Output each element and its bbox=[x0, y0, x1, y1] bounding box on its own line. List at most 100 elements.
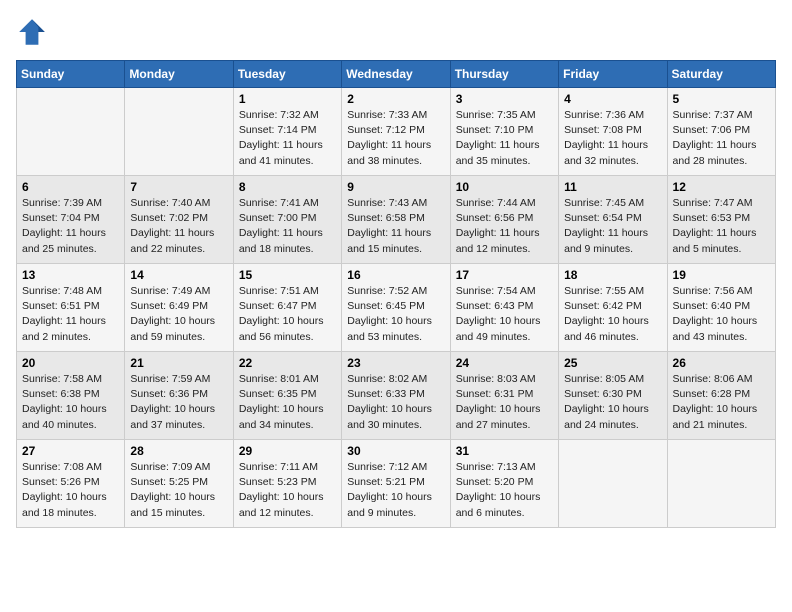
day-number: 5 bbox=[673, 92, 770, 106]
logo-icon bbox=[16, 16, 48, 48]
day-info: Sunrise: 7:55 AM Sunset: 6:42 PM Dayligh… bbox=[564, 284, 661, 345]
calendar-cell: 26 Sunrise: 8:06 AM Sunset: 6:28 PM Dayli… bbox=[667, 352, 775, 440]
day-info: Sunrise: 7:40 AM Sunset: 7:02 PM Dayligh… bbox=[130, 196, 227, 257]
day-number: 3 bbox=[456, 92, 553, 106]
day-number: 1 bbox=[239, 92, 336, 106]
calendar-cell: 1Sunrise: 7:32 AM Sunset: 7:14 PM Daylig… bbox=[233, 88, 341, 176]
day-info: Sunrise: 7:39 AM Sunset: 7:04 PM Dayligh… bbox=[22, 196, 119, 257]
day-info: Sunrise: 7:45 AM Sunset: 6:54 PM Dayligh… bbox=[564, 196, 661, 257]
day-number: 14 bbox=[130, 268, 227, 282]
day-header-friday: Friday bbox=[559, 61, 667, 88]
week-row-2: 6 Sunrise: 7:39 AM Sunset: 7:04 PM Daylig… bbox=[17, 176, 776, 264]
calendar-cell: 22 Sunrise: 8:01 AM Sunset: 6:35 PM Dayli… bbox=[233, 352, 341, 440]
day-number: 7 bbox=[130, 180, 227, 194]
day-info: Sunrise: 8:02 AM Sunset: 6:33 PM Dayligh… bbox=[347, 372, 444, 433]
calendar-cell: 27 Sunrise: 7:08 AM Sunset: 5:26 PM Dayli… bbox=[17, 440, 125, 528]
calendar-cell: 20 Sunrise: 7:58 AM Sunset: 6:38 PM Dayli… bbox=[17, 352, 125, 440]
day-header-saturday: Saturday bbox=[667, 61, 775, 88]
day-number: 20 bbox=[22, 356, 119, 370]
day-info: Sunrise: 7:41 AM Sunset: 7:00 PM Dayligh… bbox=[239, 196, 336, 257]
day-info: Sunrise: 7:08 AM Sunset: 5:26 PM Dayligh… bbox=[22, 460, 119, 521]
week-row-1: 1Sunrise: 7:32 AM Sunset: 7:14 PM Daylig… bbox=[17, 88, 776, 176]
day-number: 31 bbox=[456, 444, 553, 458]
day-info: Sunrise: 7:52 AM Sunset: 6:45 PM Dayligh… bbox=[347, 284, 444, 345]
calendar-cell: 13 Sunrise: 7:48 AM Sunset: 6:51 PM Dayli… bbox=[17, 264, 125, 352]
day-number: 23 bbox=[347, 356, 444, 370]
calendar-cell: 6 Sunrise: 7:39 AM Sunset: 7:04 PM Daylig… bbox=[17, 176, 125, 264]
day-number: 9 bbox=[347, 180, 444, 194]
calendar-cell: 29 Sunrise: 7:11 AM Sunset: 5:23 PM Dayli… bbox=[233, 440, 341, 528]
day-number: 15 bbox=[239, 268, 336, 282]
day-info: Sunrise: 7:37 AM Sunset: 7:06 PM Dayligh… bbox=[673, 108, 770, 169]
calendar-cell: 5 Sunrise: 7:37 AM Sunset: 7:06 PM Daylig… bbox=[667, 88, 775, 176]
calendar-cell bbox=[17, 88, 125, 176]
day-number: 25 bbox=[564, 356, 661, 370]
calendar-cell: 18 Sunrise: 7:55 AM Sunset: 6:42 PM Dayli… bbox=[559, 264, 667, 352]
day-number: 21 bbox=[130, 356, 227, 370]
calendar-cell: 16Sunrise: 7:52 AM Sunset: 6:45 PM Dayli… bbox=[342, 264, 450, 352]
calendar-cell: 14 Sunrise: 7:49 AM Sunset: 6:49 PM Dayli… bbox=[125, 264, 233, 352]
calendar-cell: 9Sunrise: 7:43 AM Sunset: 6:58 PM Daylig… bbox=[342, 176, 450, 264]
day-number: 11 bbox=[564, 180, 661, 194]
day-number: 22 bbox=[239, 356, 336, 370]
day-info: Sunrise: 8:06 AM Sunset: 6:28 PM Dayligh… bbox=[673, 372, 770, 433]
day-number: 29 bbox=[239, 444, 336, 458]
day-info: Sunrise: 7:48 AM Sunset: 6:51 PM Dayligh… bbox=[22, 284, 119, 345]
day-info: Sunrise: 7:58 AM Sunset: 6:38 PM Dayligh… bbox=[22, 372, 119, 433]
calendar-cell: 11 Sunrise: 7:45 AM Sunset: 6:54 PM Dayli… bbox=[559, 176, 667, 264]
week-row-4: 20 Sunrise: 7:58 AM Sunset: 6:38 PM Dayli… bbox=[17, 352, 776, 440]
day-number: 2 bbox=[347, 92, 444, 106]
day-number: 18 bbox=[564, 268, 661, 282]
day-number: 13 bbox=[22, 268, 119, 282]
day-info: Sunrise: 7:13 AM Sunset: 5:20 PM Dayligh… bbox=[456, 460, 553, 521]
day-header-sunday: Sunday bbox=[17, 61, 125, 88]
day-info: Sunrise: 7:51 AM Sunset: 6:47 PM Dayligh… bbox=[239, 284, 336, 345]
day-info: Sunrise: 7:44 AM Sunset: 6:56 PM Dayligh… bbox=[456, 196, 553, 257]
calendar-cell: 24 Sunrise: 8:03 AM Sunset: 6:31 PM Dayli… bbox=[450, 352, 558, 440]
day-info: Sunrise: 8:05 AM Sunset: 6:30 PM Dayligh… bbox=[564, 372, 661, 433]
calendar-cell: 30 Sunrise: 7:12 AM Sunset: 5:21 PM Dayli… bbox=[342, 440, 450, 528]
day-info: Sunrise: 7:54 AM Sunset: 6:43 PM Dayligh… bbox=[456, 284, 553, 345]
week-row-5: 27 Sunrise: 7:08 AM Sunset: 5:26 PM Dayli… bbox=[17, 440, 776, 528]
day-info: Sunrise: 7:35 AM Sunset: 7:10 PM Dayligh… bbox=[456, 108, 553, 169]
day-info: Sunrise: 8:01 AM Sunset: 6:35 PM Dayligh… bbox=[239, 372, 336, 433]
calendar-cell bbox=[559, 440, 667, 528]
calendar-cell: 2 Sunrise: 7:33 AM Sunset: 7:12 PM Daylig… bbox=[342, 88, 450, 176]
calendar-cell bbox=[125, 88, 233, 176]
day-number: 19 bbox=[673, 268, 770, 282]
calendar-cell: 25 Sunrise: 8:05 AM Sunset: 6:30 PM Dayli… bbox=[559, 352, 667, 440]
calendar-cell: 23 Sunrise: 8:02 AM Sunset: 6:33 PM Dayli… bbox=[342, 352, 450, 440]
calendar-cell: 10Sunrise: 7:44 AM Sunset: 6:56 PM Dayli… bbox=[450, 176, 558, 264]
page-header bbox=[16, 16, 776, 48]
calendar-cell: 12Sunrise: 7:47 AM Sunset: 6:53 PM Dayli… bbox=[667, 176, 775, 264]
day-number: 12 bbox=[673, 180, 770, 194]
day-header-wednesday: Wednesday bbox=[342, 61, 450, 88]
day-header-monday: Monday bbox=[125, 61, 233, 88]
day-info: Sunrise: 7:33 AM Sunset: 7:12 PM Dayligh… bbox=[347, 108, 444, 169]
day-header-thursday: Thursday bbox=[450, 61, 558, 88]
day-info: Sunrise: 7:12 AM Sunset: 5:21 PM Dayligh… bbox=[347, 460, 444, 521]
day-info: Sunrise: 7:36 AM Sunset: 7:08 PM Dayligh… bbox=[564, 108, 661, 169]
week-row-3: 13 Sunrise: 7:48 AM Sunset: 6:51 PM Dayli… bbox=[17, 264, 776, 352]
calendar-cell: 17Sunrise: 7:54 AM Sunset: 6:43 PM Dayli… bbox=[450, 264, 558, 352]
calendar-cell: 28Sunrise: 7:09 AM Sunset: 5:25 PM Dayli… bbox=[125, 440, 233, 528]
calendar-cell: 3 Sunrise: 7:35 AM Sunset: 7:10 PM Daylig… bbox=[450, 88, 558, 176]
calendar-cell: 19Sunrise: 7:56 AM Sunset: 6:40 PM Dayli… bbox=[667, 264, 775, 352]
logo bbox=[16, 16, 52, 48]
day-number: 8 bbox=[239, 180, 336, 194]
day-info: Sunrise: 7:49 AM Sunset: 6:49 PM Dayligh… bbox=[130, 284, 227, 345]
calendar-cell: 31 Sunrise: 7:13 AM Sunset: 5:20 PM Dayli… bbox=[450, 440, 558, 528]
day-number: 4 bbox=[564, 92, 661, 106]
calendar-table: SundayMondayTuesdayWednesdayThursdayFrid… bbox=[16, 60, 776, 528]
day-number: 27 bbox=[22, 444, 119, 458]
calendar-cell bbox=[667, 440, 775, 528]
day-number: 6 bbox=[22, 180, 119, 194]
day-number: 30 bbox=[347, 444, 444, 458]
calendar-cell: 15 Sunrise: 7:51 AM Sunset: 6:47 PM Dayli… bbox=[233, 264, 341, 352]
day-number: 24 bbox=[456, 356, 553, 370]
day-info: Sunrise: 8:03 AM Sunset: 6:31 PM Dayligh… bbox=[456, 372, 553, 433]
day-number: 26 bbox=[673, 356, 770, 370]
day-info: Sunrise: 7:59 AM Sunset: 6:36 PM Dayligh… bbox=[130, 372, 227, 433]
day-info: Sunrise: 7:11 AM Sunset: 5:23 PM Dayligh… bbox=[239, 460, 336, 521]
header-row: SundayMondayTuesdayWednesdayThursdayFrid… bbox=[17, 61, 776, 88]
